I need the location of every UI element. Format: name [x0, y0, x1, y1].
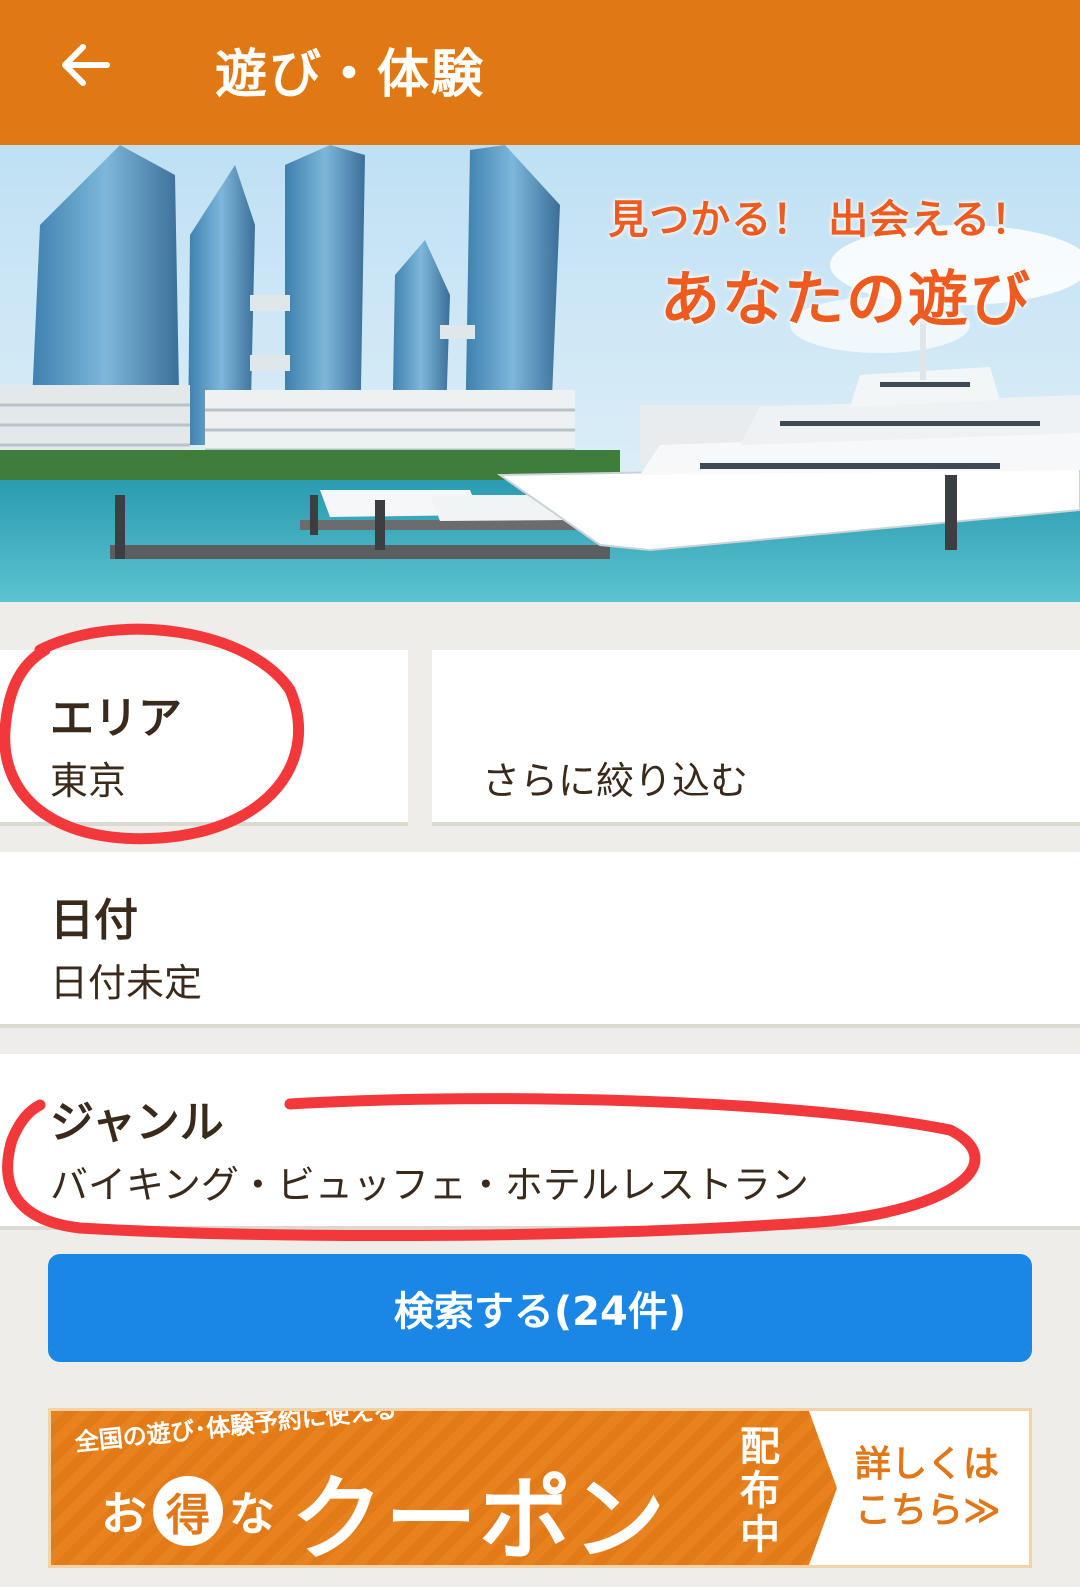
refine-label: さらに絞り込む	[482, 759, 749, 803]
area-value: 東京	[50, 759, 127, 803]
coupon-detail-link[interactable]: 詳しくは こちら≫	[809, 1411, 1029, 1565]
hero-tagline-line1: 見つかる！ 出会える！	[608, 197, 1032, 243]
coupon-detail-line1: 詳しくは	[855, 1444, 1000, 1485]
date-value: 日付未定	[50, 961, 203, 1005]
search-button[interactable]: 検索する(24件)	[48, 1254, 1032, 1362]
hero-tagline-line2: あなたの遊び	[660, 265, 1032, 335]
genre-filter[interactable]: ジャンル バイキング・ビュッフェ・ホテルレストラン	[0, 1054, 1080, 1230]
coupon-vertical-text: 配布中	[740, 1424, 780, 1558]
coupon-detail-line2: こちら≫	[855, 1490, 1001, 1531]
area-label: エリア	[50, 693, 182, 744]
coupon-headline: お 得 な クーポン	[101, 1461, 667, 1566]
coupon-banner[interactable]: 全国の遊び･体験予約に使える お 得 な クーポン 配布中 詳しくは こちら≫	[48, 1408, 1032, 1568]
date-filter[interactable]: 日付 日付未定	[0, 852, 1080, 1028]
arrow-left-icon	[62, 44, 110, 86]
page-title: 遊び・体験	[215, 45, 486, 105]
coupon-middle: な	[229, 1487, 275, 1541]
area-filter[interactable]: エリア 東京	[0, 650, 408, 826]
coupon-circle-char: 得	[153, 1476, 223, 1546]
coupon-prefix: お	[101, 1487, 147, 1541]
genre-value: バイキング・ビュッフェ・ホテルレストラン	[50, 1163, 809, 1207]
hero-tagline: 見つかる！ 出会える！ あなたの遊び	[608, 187, 1032, 338]
back-button[interactable]	[50, 30, 120, 100]
refine-filter-button[interactable]: さらに絞り込む	[432, 650, 1080, 826]
date-label: 日付	[50, 895, 138, 946]
genre-label: ジャンル	[50, 1097, 224, 1148]
hero-banner: 見つかる！ 出会える！ あなたの遊び	[0, 145, 1080, 602]
coupon-main-text: クーポン	[291, 1465, 668, 1568]
app-header: 遊び・体験	[0, 0, 1080, 145]
